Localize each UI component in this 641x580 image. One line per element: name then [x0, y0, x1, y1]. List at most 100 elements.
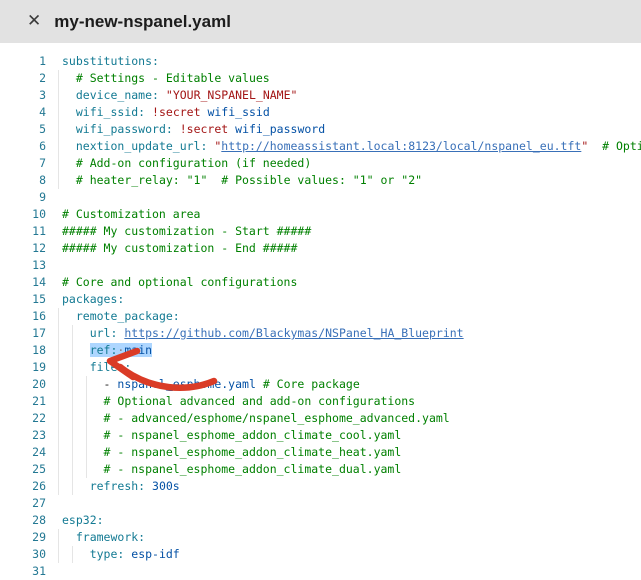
line-number: 24 — [0, 444, 46, 461]
indent-guide — [58, 376, 59, 393]
indent-guide — [58, 410, 59, 427]
code-line: 9 — [0, 189, 641, 206]
file-title: my-new-nspanel.yaml — [54, 12, 231, 32]
line-number: 22 — [0, 410, 46, 427]
code-link[interactable]: https://github.com/Blackymas/NSPanel_HA_… — [124, 326, 463, 340]
code-text[interactable]: remote_package: — [62, 308, 180, 325]
code-link[interactable]: http://homeassistant.local:8123/local/ns… — [221, 139, 581, 153]
code-token: esp-idf — [131, 547, 179, 561]
indent-guide — [58, 172, 59, 189]
code-token — [62, 394, 104, 408]
code-line: 21 # Optional advanced and add-on config… — [0, 393, 641, 410]
code-token — [62, 309, 76, 323]
code-token: - — [62, 377, 117, 391]
code-line: 11 ##### My customization - Start ##### — [0, 223, 641, 240]
code-token — [62, 547, 90, 561]
code-token — [62, 156, 76, 170]
code-text[interactable]: # Customization area — [62, 206, 200, 223]
code-text[interactable]: ##### My customization - Start ##### — [62, 223, 311, 240]
code-text[interactable]: # Core and optional configurations — [62, 274, 297, 291]
code-token: device_name: — [76, 88, 159, 102]
code-line: 31 — [0, 563, 641, 580]
line-number: 18 — [0, 342, 46, 359]
line-number: 6 — [0, 138, 46, 155]
code-token: # - nspanel_esphome_addon_climate_heat.y… — [104, 445, 402, 459]
code-token: url: — [90, 326, 118, 340]
code-text[interactable]: framework: — [62, 529, 145, 546]
code-line: 23 # - nspanel_esphome_addon_climate_coo… — [0, 427, 641, 444]
code-text[interactable]: wifi_password: !secret wifi_password — [62, 121, 325, 138]
indent-guide — [58, 308, 59, 325]
code-token — [62, 530, 76, 544]
line-number: 28 — [0, 512, 46, 529]
indent-guide — [58, 121, 59, 138]
indent-guide — [58, 478, 59, 495]
code-token — [62, 139, 76, 153]
code-token — [62, 105, 76, 119]
code-text[interactable]: # heater_relay: "1" # Possible values: "… — [62, 172, 422, 189]
line-number: 27 — [0, 495, 46, 512]
code-text[interactable]: # Settings - Editable values — [62, 70, 270, 87]
code-line: 16 remote_package: — [0, 308, 641, 325]
code-token — [62, 173, 76, 187]
title-bar: ✕ my-new-nspanel.yaml — [0, 0, 641, 43]
code-token — [62, 343, 90, 357]
code-line: 18 ref:·main — [0, 342, 641, 359]
code-text[interactable]: substitutions: — [62, 53, 159, 70]
code-text[interactable]: refresh: 300s — [62, 478, 180, 495]
code-token: esp32: — [62, 513, 104, 527]
code-text[interactable]: # - advanced/esphome/nspanel_esphome_adv… — [62, 410, 450, 427]
code-token: "YOUR_NSPANEL_NAME" — [166, 88, 298, 102]
code-line: 7 # Add-on configuration (if needed) — [0, 155, 641, 172]
code-token: # Optional advanced and add-on configura… — [104, 394, 416, 408]
code-text[interactable]: # - nspanel_esphome_addon_climate_dual.y… — [62, 461, 401, 478]
indent-guide — [58, 546, 59, 563]
indent-guide — [58, 427, 59, 444]
line-number: 31 — [0, 563, 46, 580]
line-number: 11 — [0, 223, 46, 240]
code-line: 28 esp32: — [0, 512, 641, 529]
code-token: # Settings - Editable values — [76, 71, 270, 85]
line-number: 8 — [0, 172, 46, 189]
code-text[interactable]: url: https://github.com/Blackymas/NSPane… — [62, 325, 464, 342]
code-token: wifi_password — [235, 122, 325, 136]
code-text[interactable]: ##### My customization - End ##### — [62, 240, 297, 257]
code-token: # - advanced/esphome/nspanel_esphome_adv… — [104, 411, 450, 425]
code-text[interactable]: wifi_ssid: !secret wifi_ssid — [62, 104, 270, 121]
close-icon[interactable]: ✕ — [27, 13, 41, 30]
code-text[interactable]: # - nspanel_esphome_addon_climate_cool.y… — [62, 427, 401, 444]
code-line: 20 - nspanel_esphome.yaml # Core package — [0, 376, 641, 393]
code-token — [62, 88, 76, 102]
line-number: 9 — [0, 189, 46, 206]
code-line: 17 url: https://github.com/Blackymas/NSP… — [0, 325, 641, 342]
code-token: 300s — [152, 479, 180, 493]
indent-guide — [58, 104, 59, 121]
code-text[interactable]: packages: — [62, 291, 124, 308]
code-text[interactable]: esp32: — [62, 512, 104, 529]
line-number: 19 — [0, 359, 46, 376]
selected-text: ref: — [90, 343, 118, 357]
code-text[interactable]: # - nspanel_esphome_addon_climate_heat.y… — [62, 444, 401, 461]
code-text[interactable]: type: esp-idf — [62, 546, 180, 563]
code-text[interactable]: ref:·main — [62, 342, 152, 359]
code-token: packages: — [62, 292, 124, 306]
code-text[interactable]: # Optional advanced and add-on configura… — [62, 393, 415, 410]
code-text[interactable]: files: — [62, 359, 131, 376]
code-token: # Add-on configuration (if needed) — [76, 156, 311, 170]
line-number: 7 — [0, 155, 46, 172]
line-number: 16 — [0, 308, 46, 325]
code-editor[interactable]: 1substitutions:2 # Settings - Editable v… — [0, 43, 641, 580]
code-text[interactable]: device_name: "YOUR_NSPANEL_NAME" — [62, 87, 297, 104]
code-text[interactable]: # Add-on configuration (if needed) — [62, 155, 311, 172]
code-token — [62, 360, 90, 374]
code-token: type: — [90, 547, 125, 561]
code-token — [62, 428, 104, 442]
code-text[interactable]: nextion_update_url: "http://homeassistan… — [62, 138, 641, 155]
code-line: 6 nextion_update_url: "http://homeassist… — [0, 138, 641, 155]
line-number: 25 — [0, 461, 46, 478]
code-line: 22 # - advanced/esphome/nspanel_esphome_… — [0, 410, 641, 427]
code-line: 15packages: — [0, 291, 641, 308]
code-token: refresh: — [90, 479, 145, 493]
code-text[interactable]: - nspanel_esphome.yaml # Core package — [62, 376, 360, 393]
code-line: 2 # Settings - Editable values — [0, 70, 641, 87]
